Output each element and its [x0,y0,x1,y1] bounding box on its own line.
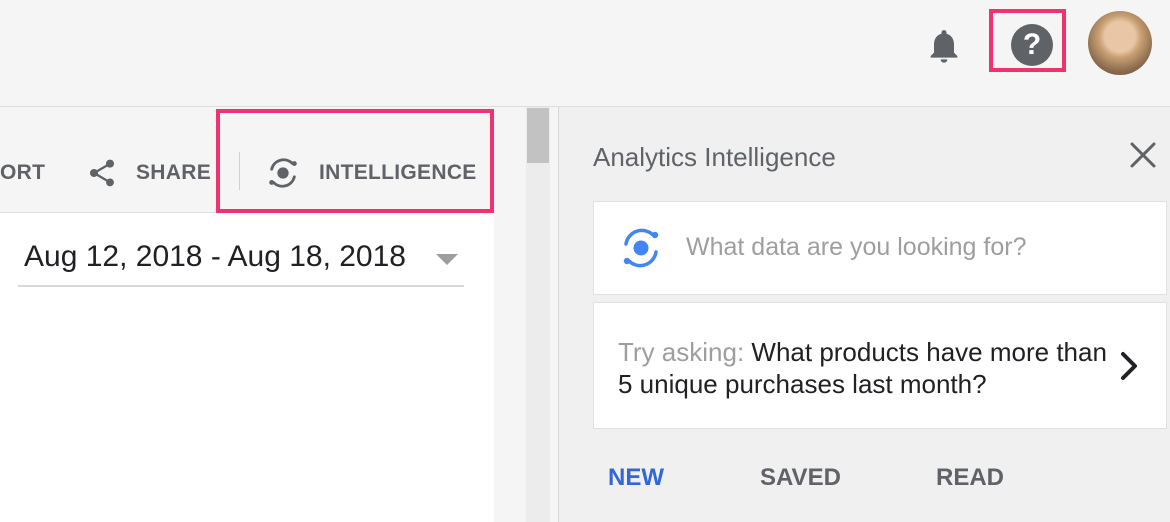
chevron-right-icon[interactable] [1115,348,1143,384]
intelligence-search-icon [623,228,659,268]
suggestion-prefix: Try asking: [618,337,752,367]
suggestion-question[interactable]: Try asking: What products have more than… [618,336,1108,400]
scrollbar-thumb[interactable] [527,108,549,163]
date-range-picker[interactable]: Aug 12, 2018 - Aug 18, 2018 [24,240,406,274]
avatar[interactable] [1088,11,1152,75]
bell-icon[interactable] [924,24,964,68]
share-button[interactable]: SHARE [136,161,211,185]
panel-title: Analytics Intelligence [593,142,836,172]
close-icon[interactable] [1128,140,1158,170]
dropdown-arrow-icon[interactable] [436,254,458,265]
help-icon[interactable]: ? [1011,24,1053,66]
scrollbar-track[interactable] [526,107,550,522]
intelligence-highlight-box [216,109,494,213]
tab-new[interactable]: NEW [608,464,664,492]
share-icon[interactable] [86,157,118,189]
tab-read[interactable]: READ [936,464,1004,492]
date-range-underline [18,285,464,287]
tab-saved[interactable]: SAVED [760,464,841,492]
question-placeholder: What data are you looking for? [686,233,1027,261]
export-button[interactable]: ORT [0,161,45,185]
